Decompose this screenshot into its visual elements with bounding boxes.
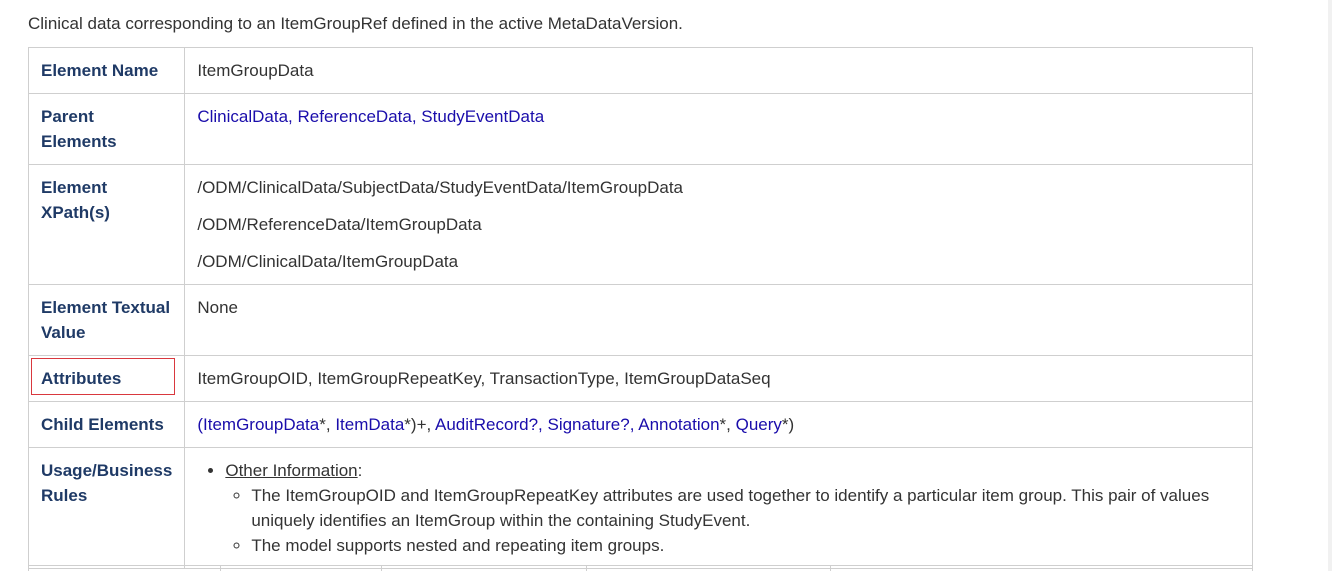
child-cardinality: *)+,: [404, 415, 436, 434]
row-element-name: Element Name ItemGroupData: [27, 47, 1253, 94]
rules-item: Other Information: The ItemGroupOID and …: [225, 458, 1240, 558]
child-cardinality: ?,: [620, 415, 639, 434]
child-cardinality: *,: [719, 415, 736, 434]
textual-value-header: Element Textual Value: [27, 284, 186, 356]
element-spec-table: Element Name ItemGroupData Parent Elemen…: [27, 47, 1253, 569]
child-cardinality: *): [781, 415, 795, 434]
attributes-label: Attributes: [41, 369, 122, 388]
row-child-elements: Child Elements (ItemGroupData*, ItemData…: [27, 401, 1253, 448]
child-link-itemgroupdata[interactable]: ItemGroupData: [203, 415, 319, 434]
row-attributes: Attributes ItemGroupOID, ItemGroupRepeat…: [27, 355, 1253, 402]
element-name-header: Element Name: [27, 47, 186, 94]
parent-link-referencedata[interactable]: ReferenceData: [298, 107, 412, 126]
parent-link-clinicaldata[interactable]: ClinicalData: [197, 107, 288, 126]
attributes-value: ItemGroupOID, ItemGroupRepeatKey, Transa…: [184, 355, 1253, 402]
parent-separator: ,: [411, 107, 422, 126]
rules-subitem: The model supports nested and repeating …: [251, 533, 1240, 558]
child-cardinality: *,: [319, 415, 336, 434]
row-usage-rules: Usage/Business Rules Other Information: …: [27, 447, 1253, 569]
child-link-signature[interactable]: Signature: [547, 415, 620, 434]
page: Clinical data corresponding to an ItemGr…: [0, 0, 1332, 571]
intro-text: Clinical data corresponding to an ItemGr…: [28, 14, 683, 33]
child-link-annotation[interactable]: Annotation: [638, 415, 719, 434]
parent-separator: ,: [288, 107, 298, 126]
row-textual-value: Element Textual Value None: [27, 284, 1253, 356]
parent-link-studyeventdata[interactable]: StudyEventData: [421, 107, 544, 126]
usage-rules-header: Usage/Business Rules: [27, 447, 186, 569]
child-link-auditrecord[interactable]: AuditRecord: [435, 415, 529, 434]
row-xpaths: Element XPath(s) /ODM/ClinicalData/Subje…: [27, 164, 1253, 285]
child-cardinality: ?,: [528, 415, 548, 434]
other-information-colon: :: [357, 461, 363, 480]
other-information-title: Other Information: [225, 461, 358, 480]
child-link-query[interactable]: Query: [736, 415, 782, 434]
parent-elements-value: ClinicalData, ReferenceData, StudyEventD…: [184, 93, 1253, 165]
scrollbar-track[interactable]: [1328, 0, 1332, 571]
next-table-top-edge: [28, 565, 1253, 571]
rules-subitem: The ItemGroupOID and ItemGroupRepeatKey …: [251, 483, 1240, 533]
xpaths-header: Element XPath(s): [27, 164, 186, 285]
rules-list: Other Information: The ItemGroupOID and …: [197, 458, 1240, 558]
rules-sublist: The ItemGroupOID and ItemGroupRepeatKey …: [225, 483, 1240, 558]
xpaths-value: /ODM/ClinicalData/SubjectData/StudyEvent…: [184, 164, 1253, 285]
child-link-itemdata[interactable]: ItemData: [335, 415, 404, 434]
child-elements-value: (ItemGroupData*, ItemData*)+, AuditRecor…: [184, 401, 1253, 448]
textual-value: None: [184, 284, 1253, 356]
xpath-line: /ODM/ClinicalData/ItemGroupData: [197, 252, 459, 271]
usage-rules-value: Other Information: The ItemGroupOID and …: [184, 447, 1253, 569]
element-name-value: ItemGroupData: [184, 47, 1253, 94]
attributes-header: Attributes: [27, 355, 186, 402]
row-parent-elements: Parent Elements ClinicalData, ReferenceD…: [27, 93, 1253, 165]
parent-elements-header: Parent Elements: [27, 93, 186, 165]
xpath-line: /ODM/ReferenceData/ItemGroupData: [197, 215, 482, 234]
xpath-line: /ODM/ClinicalData/SubjectData/StudyEvent…: [197, 178, 684, 197]
child-elements-header: Child Elements: [27, 401, 186, 448]
